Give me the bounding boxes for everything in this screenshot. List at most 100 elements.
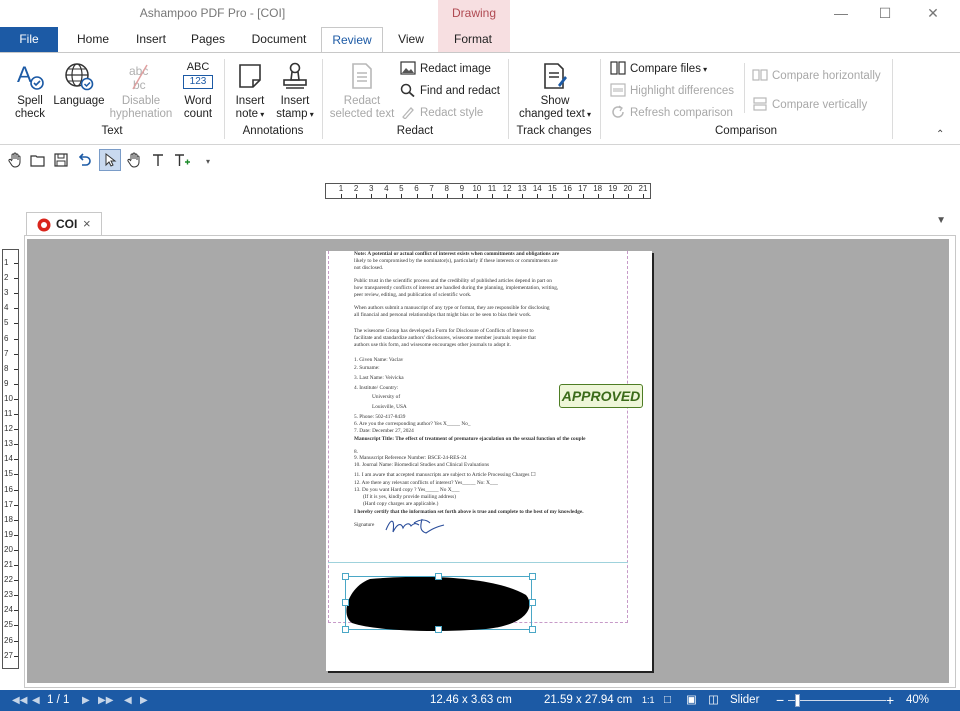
minimize-icon[interactable]: — (826, 4, 856, 22)
ruler-tick-label: 16 (563, 184, 572, 193)
tab-pages[interactable]: Pages (184, 27, 232, 52)
redact-image-button[interactable]: Redact image (400, 60, 491, 78)
disable-hyphenation-button[interactable]: abc bc Disable hyphenation (106, 61, 176, 121)
add-text-icon[interactable] (172, 152, 192, 172)
collapse-ribbon-icon[interactable]: ⌃ (936, 129, 944, 140)
show-changed-text-button[interactable]: Show changed text ▾ (512, 61, 598, 121)
ruler-tick-label: 15 (547, 184, 557, 193)
undo-icon[interactable] (74, 152, 94, 172)
tab-format[interactable]: Format (440, 27, 506, 52)
insert-note-button[interactable]: Insert note ▾ (228, 61, 272, 121)
spell-check-button[interactable]: A Spell check (8, 61, 52, 121)
approved-stamp[interactable]: APPROVED (559, 384, 643, 408)
text-tool-icon[interactable] (148, 152, 168, 172)
redaction-mark (346, 577, 530, 631)
page-text-line: how transparently conflicts of interest … (354, 285, 559, 291)
ruler-tick (14, 474, 18, 476)
redact-style-button[interactable]: Redact style (400, 104, 483, 122)
ruler-tick-label: 11 (4, 409, 13, 418)
save-icon[interactable] (51, 152, 71, 172)
redact-selected-text-button[interactable]: Redact selected text (326, 61, 398, 121)
pdf-page[interactable]: Note: A potential or actual conflict of … (326, 251, 652, 671)
zoom-slider-thumb[interactable] (795, 694, 800, 707)
ruler-tick-label: 22 (4, 575, 13, 585)
resize-handle[interactable] (342, 626, 349, 633)
compare-files-button[interactable]: Compare files ▾ (610, 60, 707, 78)
last-page-icon[interactable]: ▶▶ (98, 690, 113, 711)
zoom-out-icon[interactable]: − (776, 690, 784, 711)
resize-handle[interactable] (435, 573, 442, 580)
ruler-tick-label: 2 (4, 273, 9, 283)
ruler-tick (14, 278, 18, 280)
first-page-icon[interactable]: ◀◀ (12, 690, 27, 711)
compare-horizontally-button[interactable]: Compare horizontally (752, 67, 881, 85)
tab-review[interactable]: Review (321, 27, 383, 53)
page-text-line: Manuscript Title: The effect of treatmen… (354, 436, 586, 442)
stacked-icon (753, 97, 767, 111)
ruler-tick-label: 10 (4, 393, 13, 403)
tab-insert[interactable]: Insert (126, 27, 176, 52)
open-folder-icon[interactable] (28, 152, 48, 172)
page-indicator[interactable]: 1 / 1 (47, 690, 69, 711)
resize-handle[interactable] (342, 599, 349, 606)
ruler-tick (14, 414, 18, 415)
resize-handle[interactable] (435, 626, 442, 633)
ruler-tick (14, 308, 18, 310)
ruler-tick-label: 26 (4, 635, 13, 645)
ruler-tick-label: 15 (4, 469, 13, 479)
ruler-tick (401, 194, 403, 198)
resize-handle[interactable] (529, 599, 536, 606)
ruler-tick (341, 194, 342, 198)
fit-page-icon[interactable]: □ (664, 690, 671, 711)
next-page-icon[interactable]: ▶ (82, 690, 90, 711)
zoom-in-icon[interactable]: + (886, 690, 894, 711)
zoom-slider-track[interactable] (788, 700, 886, 701)
ruler-tick-label: 1 (338, 184, 344, 193)
ruler-tick-label: 14 (4, 454, 13, 464)
word-count-button[interactable]: ABC 123 Word count (176, 61, 220, 121)
page-text-line: 5. Phone: 502-417-8439 (354, 414, 406, 420)
close-icon[interactable]: ✕ (918, 4, 948, 22)
tab-view[interactable]: View (390, 27, 432, 52)
find-and-redact-button[interactable]: Find and redact (400, 82, 500, 100)
group-label-redact: Redact (396, 125, 434, 137)
hand-tool-icon[interactable] (5, 152, 25, 172)
fit-width-icon[interactable]: ▣ (686, 690, 697, 711)
highlight-differences-button[interactable]: Highlight differences (610, 82, 734, 100)
language-button[interactable]: Language (52, 61, 106, 108)
back-icon[interactable]: ◀ (124, 690, 132, 711)
resize-handle[interactable] (529, 626, 536, 633)
resize-handle[interactable] (342, 573, 349, 580)
ruler-tick-label: 10 (472, 184, 482, 193)
page-text-line: When authors submit a manuscript of any … (354, 305, 550, 311)
ruler-tick-label: 12 (502, 184, 512, 193)
comparison-divider (744, 63, 745, 113)
ruler-tick (14, 595, 18, 597)
ruler-tick (14, 429, 18, 431)
two-page-icon[interactable]: ◫ (708, 690, 719, 711)
compare-vertically-button[interactable]: Compare vertically (752, 96, 867, 114)
compare-files-icon (610, 61, 626, 75)
tab-file[interactable]: File (0, 27, 58, 52)
maximize-icon[interactable]: ☐ (870, 4, 900, 22)
svg-text:abc: abc (129, 64, 148, 78)
previous-page-icon[interactable]: ◀ (32, 690, 40, 711)
insert-stamp-button[interactable]: Insert stamp ▾ (272, 61, 318, 121)
resize-handle[interactable] (529, 573, 536, 580)
redaction-selection-box[interactable] (345, 576, 532, 631)
pan-tool-icon[interactable] (124, 152, 144, 172)
ruler-tick-label: 13 (517, 184, 527, 193)
document-tab-coi[interactable]: COI × (26, 212, 102, 236)
customize-toolbar-icon[interactable]: ▾ (198, 152, 218, 172)
forward-icon[interactable]: ▶ (140, 690, 148, 711)
actual-size-icon[interactable]: 1:1 (642, 690, 655, 711)
tab-document[interactable]: Document (246, 27, 312, 52)
refresh-comparison-button[interactable]: Refresh comparison (610, 104, 733, 122)
ruler-tick-label: 6 (4, 333, 9, 343)
ruler-tick-label: 9 (4, 378, 9, 388)
tab-home[interactable]: Home (68, 27, 118, 52)
spell-check-icon: A (17, 62, 44, 90)
close-tab-icon[interactable]: × (83, 216, 91, 231)
tab-list-dropdown-icon[interactable]: ▼ (936, 215, 946, 226)
select-tool-icon[interactable] (99, 149, 121, 171)
